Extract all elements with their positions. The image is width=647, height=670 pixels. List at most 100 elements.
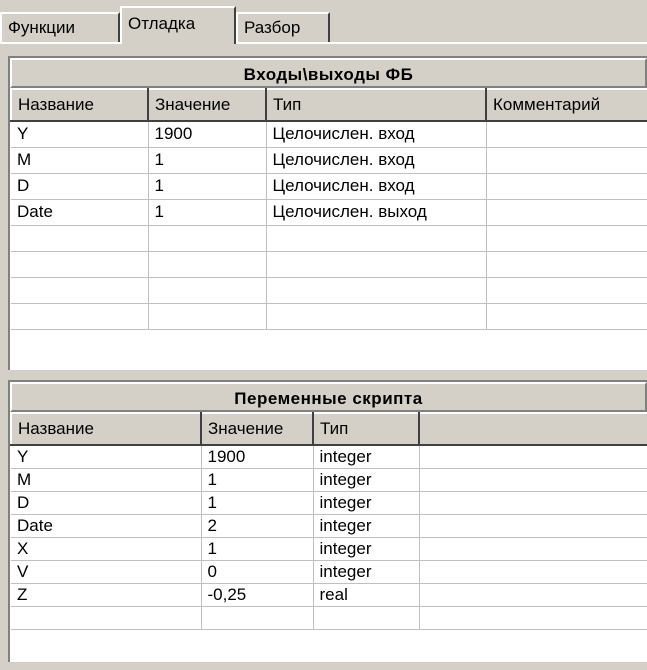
table-row[interactable] — [11, 277, 647, 304]
table-cell[interactable]: real — [313, 583, 420, 607]
tab-functions[interactable]: Функции — [0, 12, 120, 42]
table-cell[interactable] — [419, 514, 647, 538]
table-cell[interactable]: 1900 — [201, 445, 314, 469]
table-row[interactable]: X 1 integer — [11, 537, 647, 561]
table-row[interactable]: Y 1900 integer — [11, 445, 647, 469]
table-row[interactable]: M 1 integer — [11, 468, 647, 492]
table-cell[interactable]: Целочислен. вход — [266, 173, 487, 200]
table-cell[interactable]: D — [11, 491, 202, 515]
table-row[interactable]: M 1 Целочислен. вход — [11, 147, 647, 174]
table-cell[interactable] — [486, 225, 647, 252]
table-cell[interactable] — [11, 606, 202, 630]
table-row[interactable] — [11, 303, 647, 330]
tab-bar: Функции Разбор Отладка — [0, 0, 647, 52]
table-cell[interactable]: integer — [313, 514, 420, 538]
table-cell[interactable]: Целочислен. вход — [266, 121, 487, 148]
table-cell[interactable] — [11, 251, 149, 278]
io-panel: Входы\выходы ФБ Название Значение Тип Ко… — [8, 56, 647, 408]
table-cell[interactable]: M — [11, 468, 202, 492]
table-cell[interactable] — [11, 225, 149, 252]
table-row[interactable] — [11, 606, 647, 630]
table-cell[interactable]: Целочислен. вход — [266, 147, 487, 174]
io-table: Название Значение Тип Комментарий Y 1900… — [10, 88, 647, 330]
table-cell[interactable]: M — [11, 147, 149, 174]
table-cell[interactable] — [266, 225, 487, 252]
table-row[interactable]: D 1 integer — [11, 491, 647, 515]
io-col-name[interactable]: Название — [10, 88, 149, 122]
vars-col-type[interactable]: Тип — [312, 412, 420, 446]
table-cell[interactable] — [419, 583, 647, 607]
vars-table-header: Название Значение Тип — [10, 412, 647, 446]
table-cell[interactable]: 1 — [201, 491, 314, 515]
table-row[interactable]: Date 1 Целочислен. выход — [11, 199, 647, 226]
table-cell[interactable] — [419, 537, 647, 561]
table-cell[interactable] — [486, 173, 647, 200]
table-cell[interactable]: Z — [11, 583, 202, 607]
table-cell[interactable]: D — [11, 173, 149, 200]
table-cell[interactable] — [486, 303, 647, 330]
table-cell[interactable] — [486, 251, 647, 278]
table-cell[interactable]: Date — [11, 514, 202, 538]
table-cell[interactable]: 0 — [201, 560, 314, 584]
table-cell[interactable] — [419, 468, 647, 492]
table-cell[interactable]: 1900 — [148, 121, 267, 148]
table-row[interactable] — [11, 251, 647, 278]
table-cell[interactable] — [419, 445, 647, 469]
table-cell[interactable]: 1 — [201, 468, 314, 492]
tab-parse[interactable]: Разбор — [236, 12, 330, 42]
table-cell[interactable] — [419, 491, 647, 515]
table-cell[interactable]: integer — [313, 491, 420, 515]
table-cell[interactable] — [11, 303, 149, 330]
table-cell[interactable] — [201, 606, 314, 630]
table-cell[interactable]: 2 — [201, 514, 314, 538]
table-cell[interactable]: Date — [11, 199, 149, 226]
table-cell[interactable] — [313, 606, 420, 630]
table-cell[interactable]: 1 — [148, 199, 267, 226]
vars-panel: Переменные скрипта Название Значение Тип… — [8, 380, 647, 662]
table-row[interactable]: Y 1900 Целочислен. вход — [11, 121, 647, 148]
table-cell[interactable] — [266, 251, 487, 278]
table-cell[interactable] — [266, 303, 487, 330]
table-cell[interactable]: 1 — [201, 537, 314, 561]
vars-col-value[interactable]: Значение — [200, 412, 314, 446]
table-cell[interactable] — [148, 225, 267, 252]
table-cell[interactable]: integer — [313, 560, 420, 584]
table-row[interactable] — [11, 225, 647, 252]
tab-debug[interactable]: Отладка — [120, 6, 236, 44]
table-cell[interactable]: 1 — [148, 173, 267, 200]
table-cell[interactable]: Y — [11, 121, 149, 148]
table-cell[interactable] — [419, 606, 647, 630]
table-row[interactable]: Z -0,25 real — [11, 583, 647, 607]
vars-panel-title: Переменные скрипта — [10, 382, 647, 412]
table-cell[interactable]: Целочислен. выход — [266, 199, 487, 226]
table-cell[interactable]: integer — [313, 468, 420, 492]
table-cell[interactable]: -0,25 — [201, 583, 314, 607]
vars-col-name[interactable]: Название — [10, 412, 202, 446]
table-cell[interactable] — [486, 277, 647, 304]
table-cell[interactable] — [486, 147, 647, 174]
table-cell[interactable]: V — [11, 560, 202, 584]
table-cell[interactable]: 1 — [148, 147, 267, 174]
tab-parse-label: Разбор — [244, 18, 301, 37]
table-cell[interactable]: X — [11, 537, 202, 561]
table-cell[interactable] — [148, 277, 267, 304]
table-cell[interactable] — [486, 121, 647, 148]
table-cell[interactable] — [148, 303, 267, 330]
table-cell[interactable]: integer — [313, 445, 420, 469]
io-col-comment[interactable]: Комментарий — [485, 88, 647, 122]
table-row[interactable]: D 1 Целочислен. вход — [11, 173, 647, 200]
table-cell[interactable] — [148, 251, 267, 278]
table-row[interactable]: V 0 integer — [11, 560, 647, 584]
tab-functions-label: Функции — [8, 18, 75, 37]
table-cell[interactable]: integer — [313, 537, 420, 561]
table-cell[interactable] — [266, 277, 487, 304]
io-col-value[interactable]: Значение — [147, 88, 267, 122]
table-cell[interactable]: Y — [11, 445, 202, 469]
vars-col-extra[interactable] — [418, 412, 647, 446]
table-row[interactable]: Date 2 integer — [11, 514, 647, 538]
table-cell[interactable] — [486, 199, 647, 226]
table-cell[interactable] — [11, 277, 149, 304]
io-col-type[interactable]: Тип — [265, 88, 487, 122]
table-cell[interactable] — [419, 560, 647, 584]
tab-separator — [0, 42, 647, 44]
